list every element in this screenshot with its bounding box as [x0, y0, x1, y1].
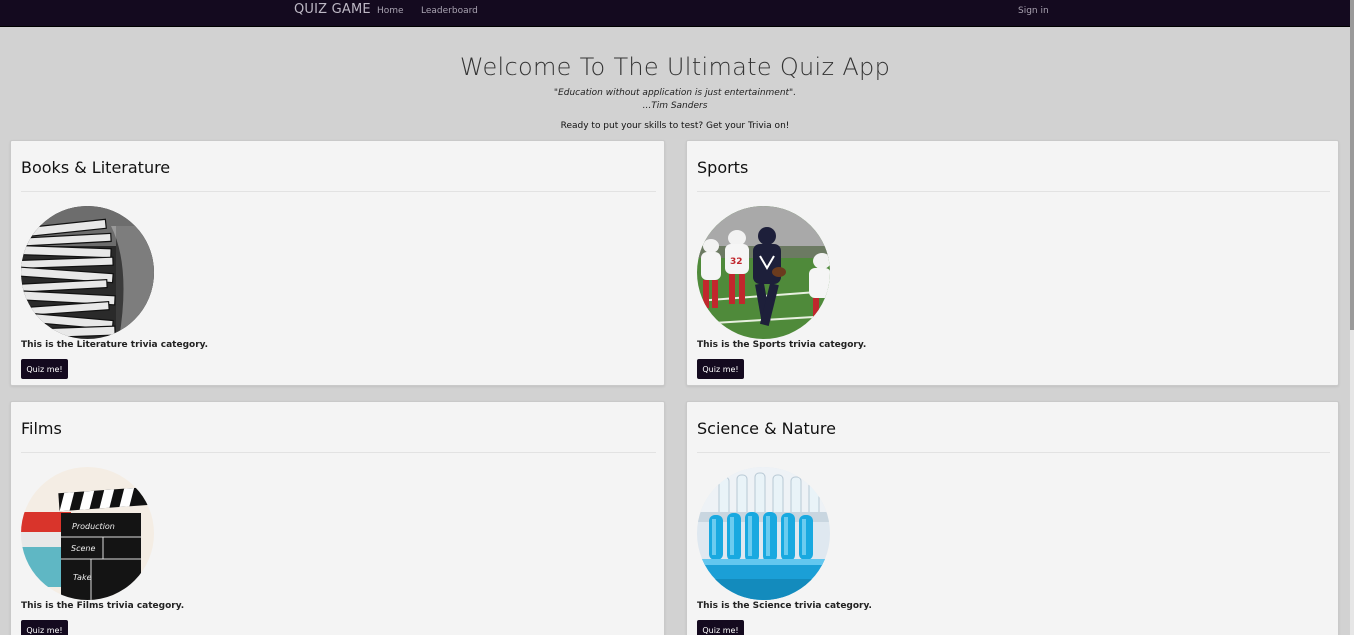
card-divider: [697, 191, 1330, 192]
films-image: Production Scene Take: [21, 467, 154, 600]
nav-link-home[interactable]: Home: [377, 6, 404, 16]
quiz-me-button-science[interactable]: Quiz me!: [697, 620, 744, 635]
quote-author: ...Tim Sanders: [642, 101, 708, 111]
category-card-sports: Sports 32 This is the Sports trivia cate…: [686, 140, 1339, 386]
card-description: This is the Films trivia category.: [21, 601, 185, 611]
card-title: Films: [21, 419, 62, 438]
card-divider: [21, 191, 656, 192]
hero-tagline: Ready to put your skills to test? Get yo…: [560, 121, 790, 131]
card-divider: [697, 452, 1330, 453]
sign-in-link[interactable]: Sign in: [1018, 6, 1049, 16]
card-description: This is the Science trivia category.: [697, 601, 872, 611]
clapperboard-production-text: Production: [72, 522, 115, 531]
literature-image: [21, 206, 154, 339]
brand-logo-link[interactable]: QUIZ GAME: [294, 2, 371, 17]
page-scrollbar-thumb[interactable]: [1350, 0, 1354, 330]
category-card-literature: Books & Literature This is the Literatur…: [10, 140, 665, 386]
hero-quote: "Education without application is just e…: [553, 88, 797, 98]
nav-link-leaderboard[interactable]: Leaderboard: [421, 6, 478, 16]
sports-image: 32: [697, 206, 830, 339]
category-card-films: Films Production Scene Take This is the …: [10, 401, 665, 635]
quiz-me-button-literature[interactable]: Quiz me!: [21, 359, 68, 379]
card-title: Books & Literature: [21, 158, 171, 177]
quiz-me-button-sports[interactable]: Quiz me!: [697, 359, 744, 379]
top-navbar: QUIZ GAME Home Leaderboard Sign in: [0, 0, 1350, 27]
clapperboard-scene-text: Scene: [71, 544, 95, 553]
clapperboard-take-text: Take: [73, 573, 92, 582]
category-card-science: Science & Nature This is the Science tri…: [686, 401, 1339, 635]
card-title: Sports: [697, 158, 749, 177]
card-description: This is the Sports trivia category.: [697, 340, 867, 350]
svg-text:32: 32: [730, 257, 743, 267]
page-title: Welcome To The Ultimate Quiz App: [459, 53, 891, 81]
card-title: Science & Nature: [697, 419, 836, 438]
card-description: This is the Literature trivia category.: [21, 340, 209, 350]
card-divider: [21, 452, 656, 453]
science-image: [697, 467, 830, 600]
quiz-me-button-films[interactable]: Quiz me!: [21, 620, 68, 635]
